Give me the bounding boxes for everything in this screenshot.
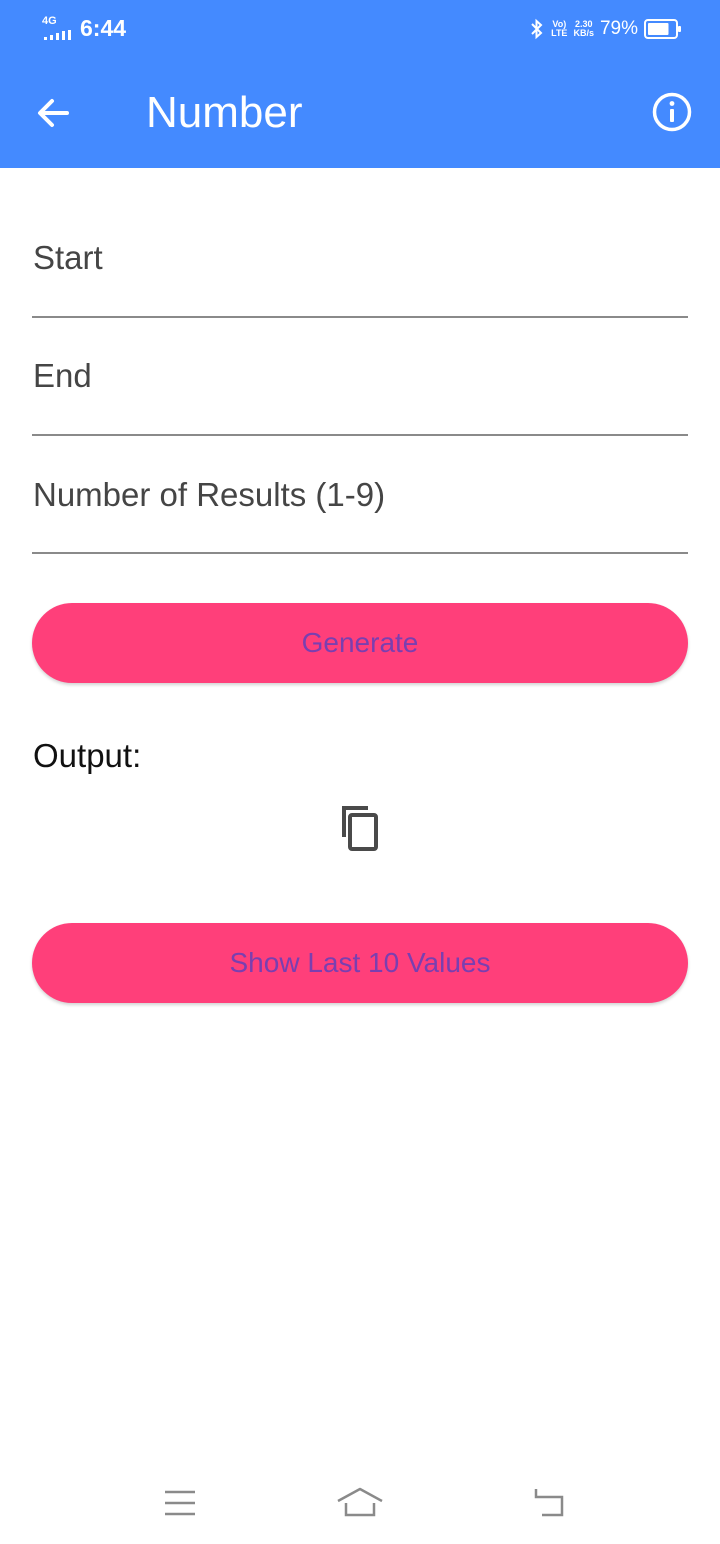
copy-icon <box>342 806 378 851</box>
back-button[interactable] <box>22 82 84 144</box>
app-bar: Number <box>0 58 720 168</box>
output-label: Output: <box>33 737 142 774</box>
arrow-left-icon <box>38 99 69 127</box>
nav-home-button[interactable] <box>330 1478 390 1528</box>
signal-bars-icon <box>44 30 71 40</box>
system-nav-bar <box>0 1460 720 1544</box>
info-button[interactable] <box>644 84 700 140</box>
network-type: 4G <box>42 15 57 27</box>
battery-percent: 79% <box>599 18 638 39</box>
return-icon <box>534 1489 564 1517</box>
end-input[interactable] <box>32 316 688 434</box>
volte-indicator: Vo) LTE <box>551 19 568 38</box>
network-speed: 2.30 KB/s <box>573 19 594 38</box>
status-icons: Vo) LTE 2.30 KB/s 79% <box>529 14 682 44</box>
menu-icon <box>165 1490 195 1516</box>
page-title: Number <box>146 88 303 137</box>
start-input[interactable] <box>32 198 688 316</box>
copy-button[interactable] <box>334 800 386 856</box>
info-icon <box>652 92 692 132</box>
result-count-field[interactable]: Number of Results (1-9) <box>32 434 688 554</box>
nav-menu-button[interactable] <box>150 1478 210 1528</box>
bluetooth-icon <box>531 18 543 40</box>
show-last-values-button[interactable]: Show Last 10 Values <box>32 923 688 1003</box>
status-bar: 4G 6:44 Vo) LTE 2.30 KB/s 79% <box>0 0 720 58</box>
start-field[interactable]: Start <box>32 198 688 318</box>
home-icon <box>337 1487 383 1517</box>
generate-button[interactable]: Generate <box>32 603 688 683</box>
battery-icon <box>644 19 681 39</box>
nav-return-button[interactable] <box>518 1478 578 1528</box>
result-count-input[interactable] <box>32 434 688 552</box>
signal-indicator: 4G <box>42 16 74 40</box>
status-time: 6:44 <box>80 15 127 41</box>
end-field[interactable]: End <box>32 316 688 436</box>
